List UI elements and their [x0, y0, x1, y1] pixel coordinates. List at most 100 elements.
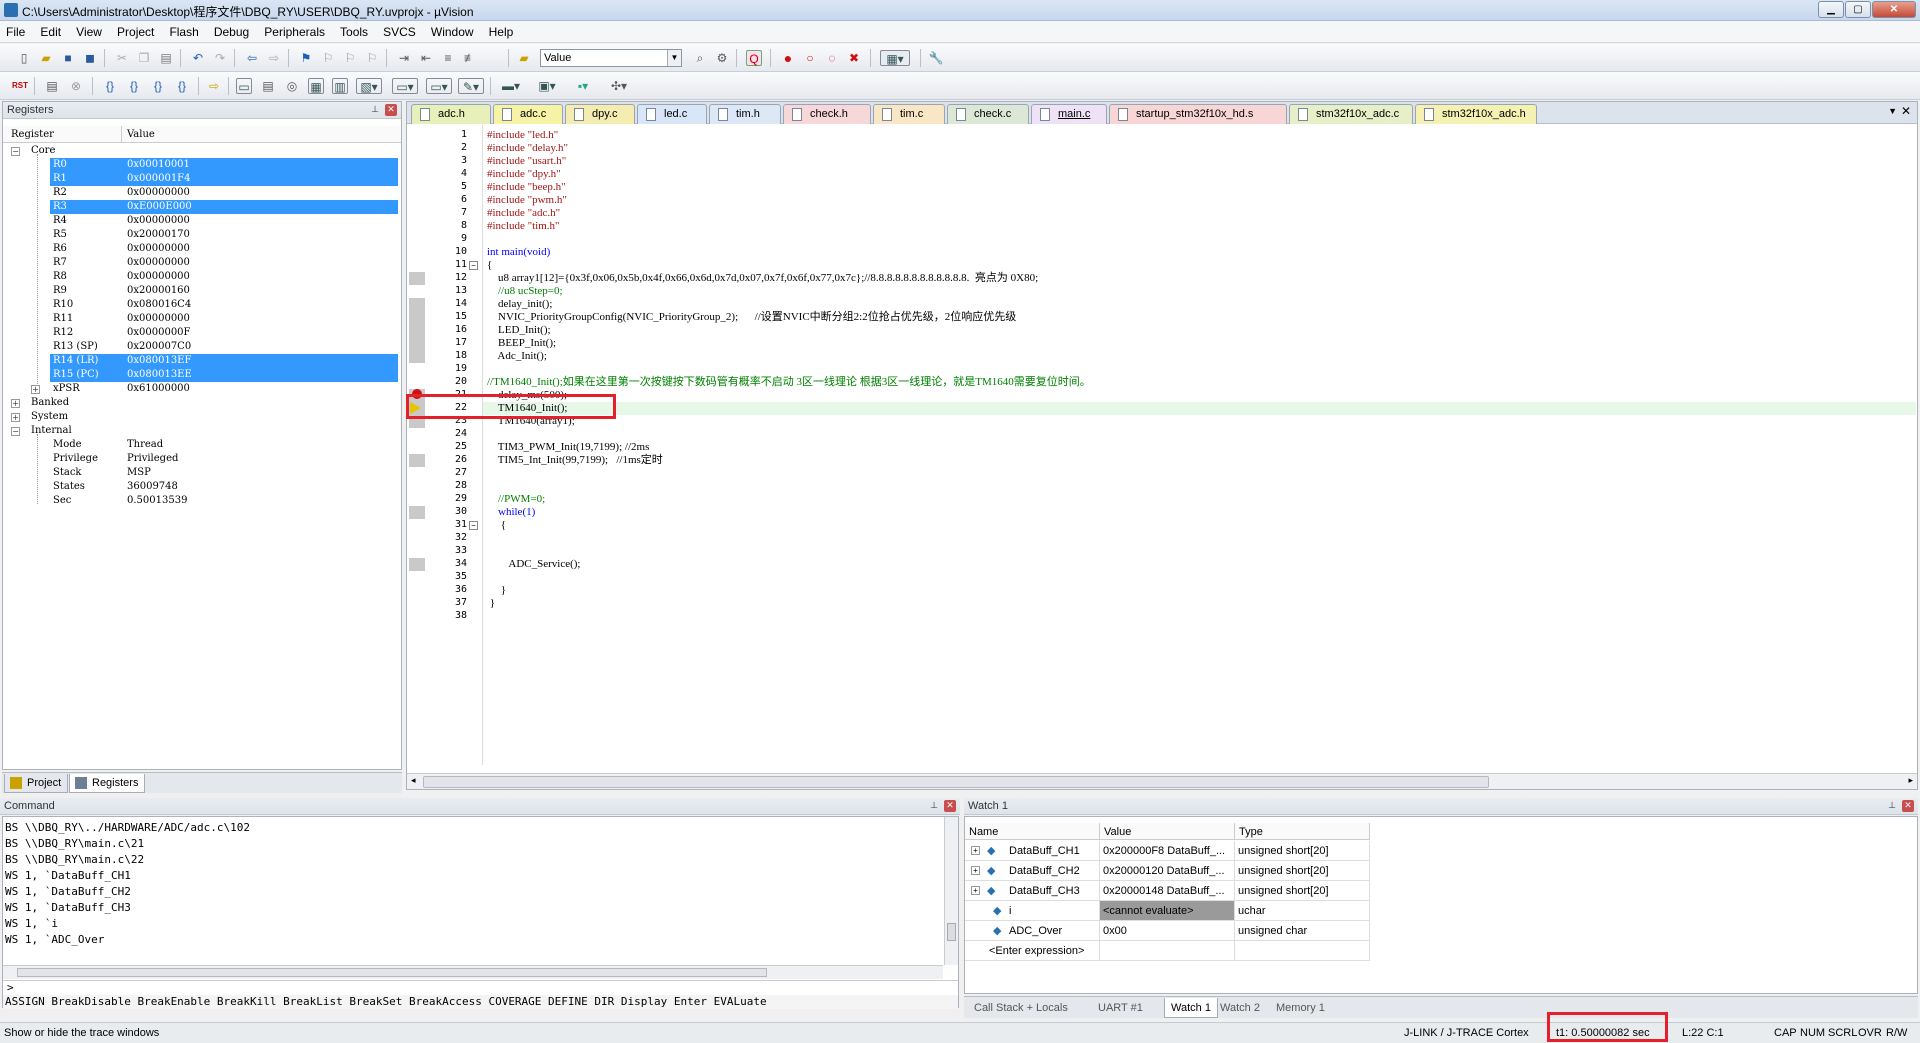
register-row[interactable]: R4 0x00000000 [3, 214, 401, 228]
watch-name-cell[interactable]: <Enter expression> [965, 941, 1100, 961]
watch-value-cell[interactable]: 0x20000120 DataBuff_... [1100, 861, 1235, 881]
enable-breakpoint-icon[interactable]: ○ [802, 50, 818, 66]
menu-file[interactable]: File [0, 21, 31, 43]
file-tab[interactable]: dpy.c [565, 104, 635, 124]
watch-name-cell[interactable]: + ◆ DataBuff_CH3 [965, 881, 1100, 901]
command-horizontal-scrollbar[interactable] [3, 965, 943, 979]
register-row[interactable]: R14 (LR) 0x080013EF [3, 354, 401, 368]
scroll-right-icon[interactable]: ▸ [1908, 775, 1913, 786]
register-row[interactable]: R11 0x00000000 [3, 312, 401, 326]
internal-row[interactable]: Stack MSP [3, 466, 401, 480]
register-row[interactable]: R2 0x00000000 [3, 186, 401, 200]
watch-window-icon[interactable]: ▧▾ [356, 78, 382, 94]
watch-name-cell[interactable]: ◆ ADC_Over [965, 921, 1100, 941]
internal-row[interactable]: Sec 0.50013539 [3, 494, 401, 508]
tab-project[interactable]: Project [4, 774, 69, 793]
menu-flash[interactable]: Flash [163, 21, 204, 43]
watch-value-cell[interactable]: 0x200000F8 DataBuff_... [1100, 841, 1235, 861]
close-button[interactable]: ✕ [1872, 1, 1916, 18]
register-group-row[interactable]: + System [3, 410, 401, 424]
tab-watch2[interactable]: Watch 2 [1214, 998, 1266, 1018]
minimize-button[interactable]: ▁ [1818, 1, 1844, 18]
register-row[interactable]: R7 0x00000000 [3, 256, 401, 270]
fold-toggle-icon[interactable]: − [469, 521, 478, 530]
file-tab[interactable]: check.h [783, 104, 871, 124]
watch-name-cell[interactable]: + ◆ DataBuff_CH1 [965, 841, 1100, 861]
run-to-cursor-icon[interactable]: {} [174, 78, 190, 94]
file-tab[interactable]: stm32f10x_adc.c [1289, 104, 1413, 124]
menu-debug[interactable]: Debug [208, 21, 255, 43]
register-row[interactable]: R8 0x00000000 [3, 270, 401, 284]
watch-name-cell[interactable]: + ◆ DataBuff_CH2 [965, 861, 1100, 881]
register-row[interactable]: R15 (PC) 0x080013EE [3, 368, 401, 382]
close-tab-icon[interactable]: ✕ [1901, 104, 1911, 118]
tree-expander-icon[interactable]: + [31, 385, 40, 394]
internal-row[interactable]: Privilege Privileged [3, 452, 401, 466]
pin-icon[interactable]: ⊥ [369, 104, 381, 116]
system-viewer-icon[interactable]: ▣▾ [534, 78, 560, 94]
tree-expander-icon[interactable]: − [11, 147, 20, 156]
pin-icon[interactable]: ⊥ [928, 800, 940, 812]
find-in-files-icon[interactable]: ▰ [516, 50, 532, 66]
register-row[interactable]: R3 0xE000E000 [3, 200, 401, 214]
debug-settings-icon[interactable]: ✣▾ [606, 78, 632, 94]
editor-horizontal-scrollbar[interactable]: ◂ ▸ [407, 773, 1917, 789]
indent-icon[interactable]: ⇥ [396, 50, 412, 66]
analysis-window-icon[interactable]: ✎▾ [458, 78, 484, 94]
trace-window-icon[interactable]: ▬▾ [498, 78, 524, 94]
navigate-forward-icon[interactable]: ⇨ [266, 50, 282, 66]
file-tab[interactable]: adc.c [493, 104, 563, 124]
menu-window[interactable]: Window [425, 21, 480, 43]
save-icon[interactable]: ■ [60, 50, 76, 66]
register-group-row[interactable]: − Core [3, 144, 401, 158]
internal-row[interactable]: States 36009748 [3, 480, 401, 494]
file-tab[interactable]: tim.c [873, 104, 945, 124]
new-file-icon[interactable]: ▯ [16, 50, 32, 66]
editor-gutter[interactable]: 1 2 3 4 5 6 7 8 9 10 11−12 13 14 15 16 17 18 19 20 21 22 23 24… [407, 125, 478, 765]
register-row[interactable]: R9 0x20000160 [3, 284, 401, 298]
tree-expander-icon[interactable]: + [971, 846, 980, 855]
find-icon[interactable]: ⌕ [692, 50, 708, 66]
scrollbar-thumb[interactable] [423, 776, 1489, 788]
register-row[interactable]: R0 0x00010001 [3, 158, 401, 172]
register-row[interactable]: R10 0x080016C4 [3, 298, 401, 312]
tab-memory1[interactable]: Memory 1 [1270, 998, 1331, 1018]
clear-bookmarks-icon[interactable]: ⚐ [364, 50, 380, 66]
file-tab[interactable]: tim.h [709, 104, 781, 124]
register-row[interactable]: + xPSR 0x61000000 [3, 382, 401, 396]
watch-row[interactable]: ◆ ADC_Over 0x00 unsigned char [965, 921, 1370, 941]
step-out-icon[interactable]: {} [150, 78, 166, 94]
tree-expander-icon[interactable]: + [11, 399, 20, 408]
toolbox-icon[interactable]: ▪▾ [570, 78, 596, 94]
prev-bookmark-icon[interactable]: ⚐ [320, 50, 336, 66]
file-tab[interactable]: main.c [1031, 104, 1107, 124]
disassembly-window-icon[interactable]: ▤ [260, 78, 276, 94]
register-row[interactable]: R13 (SP) 0x200007C0 [3, 340, 401, 354]
watch-expression-combo[interactable]: Value ▼ [540, 49, 682, 67]
uncomment-icon[interactable]: ≢ [462, 50, 478, 66]
tree-expander-icon[interactable]: + [971, 866, 980, 875]
maximize-button[interactable]: ▢ [1845, 1, 1871, 18]
window-layout-icon[interactable]: ▦▾ [880, 50, 910, 66]
register-group-row[interactable]: − Internal [3, 424, 401, 438]
internal-row[interactable]: Mode Thread [3, 438, 401, 452]
file-tab[interactable]: startup_stm32f10x_hd.s [1109, 104, 1287, 124]
register-group-row[interactable]: + Banked [3, 396, 401, 410]
tab-watch1[interactable]: Watch 1 [1164, 998, 1218, 1018]
incremental-find-icon[interactable]: ⚙ [714, 50, 730, 66]
tab-uart[interactable]: UART #1 [1092, 998, 1149, 1018]
next-bookmark-icon[interactable]: ⚐ [342, 50, 358, 66]
file-tab[interactable]: check.c [947, 104, 1029, 124]
paste-icon[interactable]: ▤ [158, 50, 174, 66]
configure-icon[interactable]: 🔧 [928, 50, 944, 66]
chevron-down-icon[interactable]: ▼ [667, 50, 681, 66]
register-row[interactable]: R12 0x0000000F [3, 326, 401, 340]
file-tab[interactable]: adc.h [411, 104, 491, 124]
serial-window-icon[interactable]: ▭▾ [426, 78, 452, 94]
menu-help[interactable]: Help [483, 21, 520, 43]
command-input[interactable]: > [3, 980, 958, 994]
watch-name-cell[interactable]: ◆ i [965, 901, 1100, 921]
menu-view[interactable]: View [70, 21, 108, 43]
close-panel-icon[interactable]: ✕ [385, 104, 397, 116]
comment-icon[interactable]: ≡ [440, 50, 456, 66]
